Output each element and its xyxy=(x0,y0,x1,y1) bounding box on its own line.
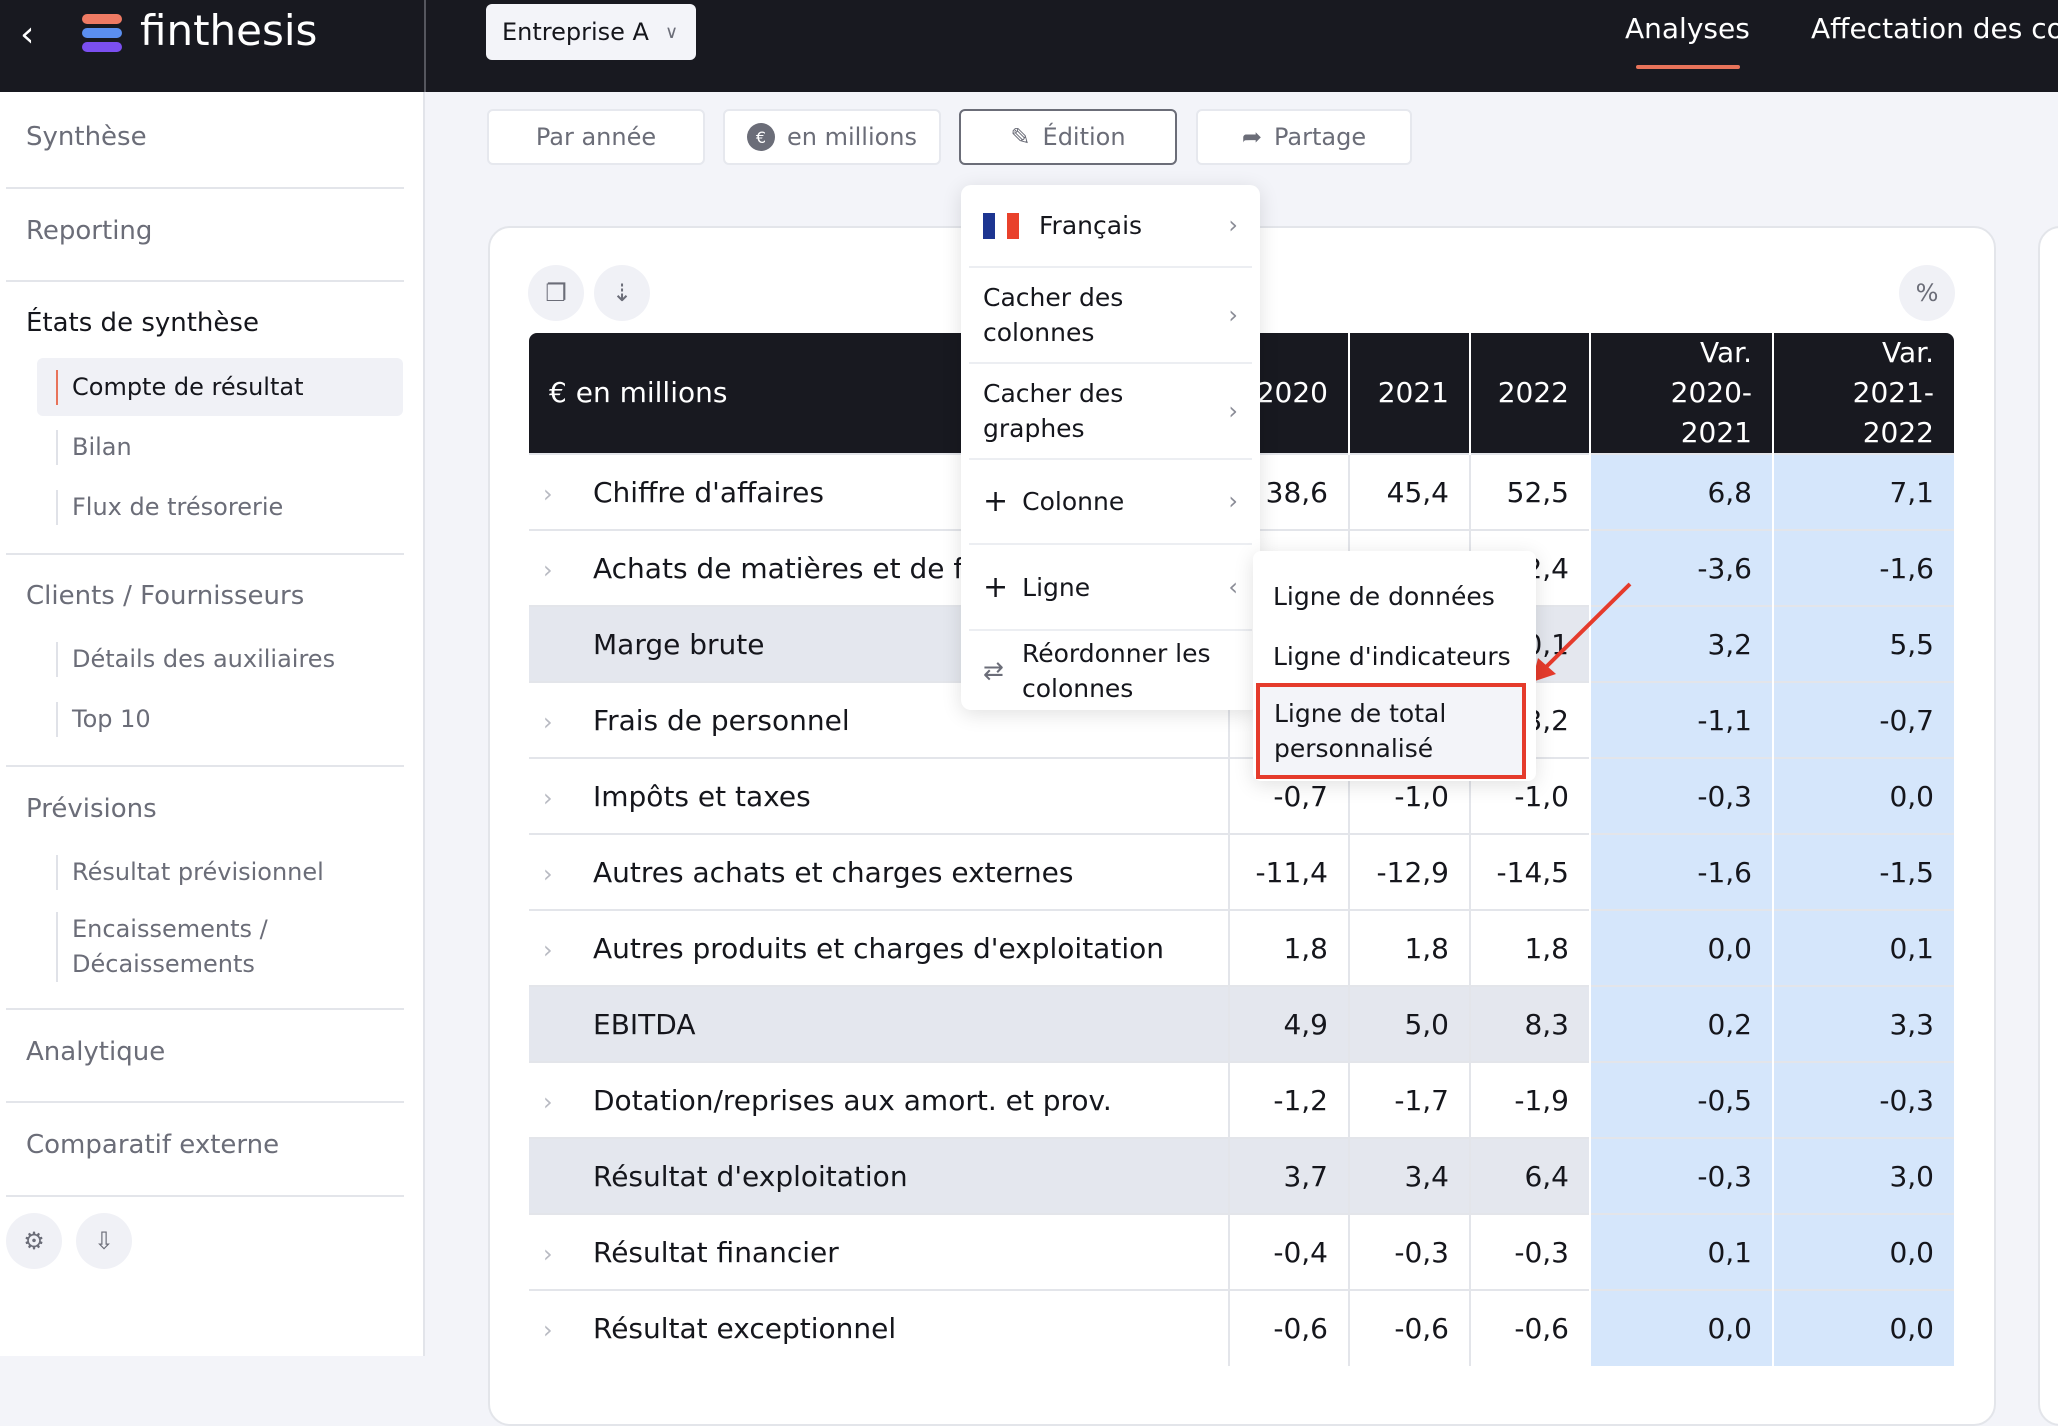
french-flag-icon xyxy=(983,212,1019,239)
submenu-item-indicator-row[interactable]: Ligne d'indicateurs xyxy=(1273,639,1511,674)
menu-item-add-column[interactable]: + Colonne › xyxy=(961,460,1260,543)
swap-icon: ⇄ xyxy=(983,656,1004,685)
menu-item-label: Cacher des graphes xyxy=(983,379,1124,443)
menu-item-label: Ligne xyxy=(1022,572,1091,602)
menu-item-reorder-columns[interactable]: ⇄ Réordonner les colonnes xyxy=(961,631,1260,710)
menu-item-label: Colonne xyxy=(1022,487,1125,516)
menu-item-label: Cacher des colonnes xyxy=(983,283,1124,347)
chevron-right-icon: › xyxy=(1228,300,1238,329)
submenu-item-data-row[interactable]: Ligne de données xyxy=(1273,579,1495,614)
menu-item-label: Réordonner les colonnes xyxy=(1021,638,1211,703)
menu-item-add-row[interactable]: + Ligne ‹ xyxy=(961,545,1260,629)
submenu-item-custom-total-row[interactable]: Ligne de total personnalisé xyxy=(1256,683,1526,779)
row-submenu: Ligne de données Ligne d'indicateurs Lig… xyxy=(1253,551,1536,781)
edit-menu: Français › Cacher des colonnes › Cacher … xyxy=(961,185,1260,710)
submenu-item-label: Ligne de total personnalisé xyxy=(1274,699,1447,763)
menu-item-language[interactable]: Français › xyxy=(961,185,1260,266)
plus-icon: + xyxy=(983,484,1009,519)
chevron-left-icon: ‹ xyxy=(1228,572,1238,601)
plus-icon: + xyxy=(983,569,1009,605)
chevron-right-icon: › xyxy=(1228,211,1238,239)
chevron-right-icon: › xyxy=(1228,487,1238,515)
menu-item-hide-columns[interactable]: Cacher des colonnes › xyxy=(961,268,1260,362)
menu-item-hide-charts[interactable]: Cacher des graphes › xyxy=(961,364,1260,458)
menu-item-label: Français xyxy=(1039,211,1143,240)
chevron-right-icon: › xyxy=(1228,396,1238,425)
